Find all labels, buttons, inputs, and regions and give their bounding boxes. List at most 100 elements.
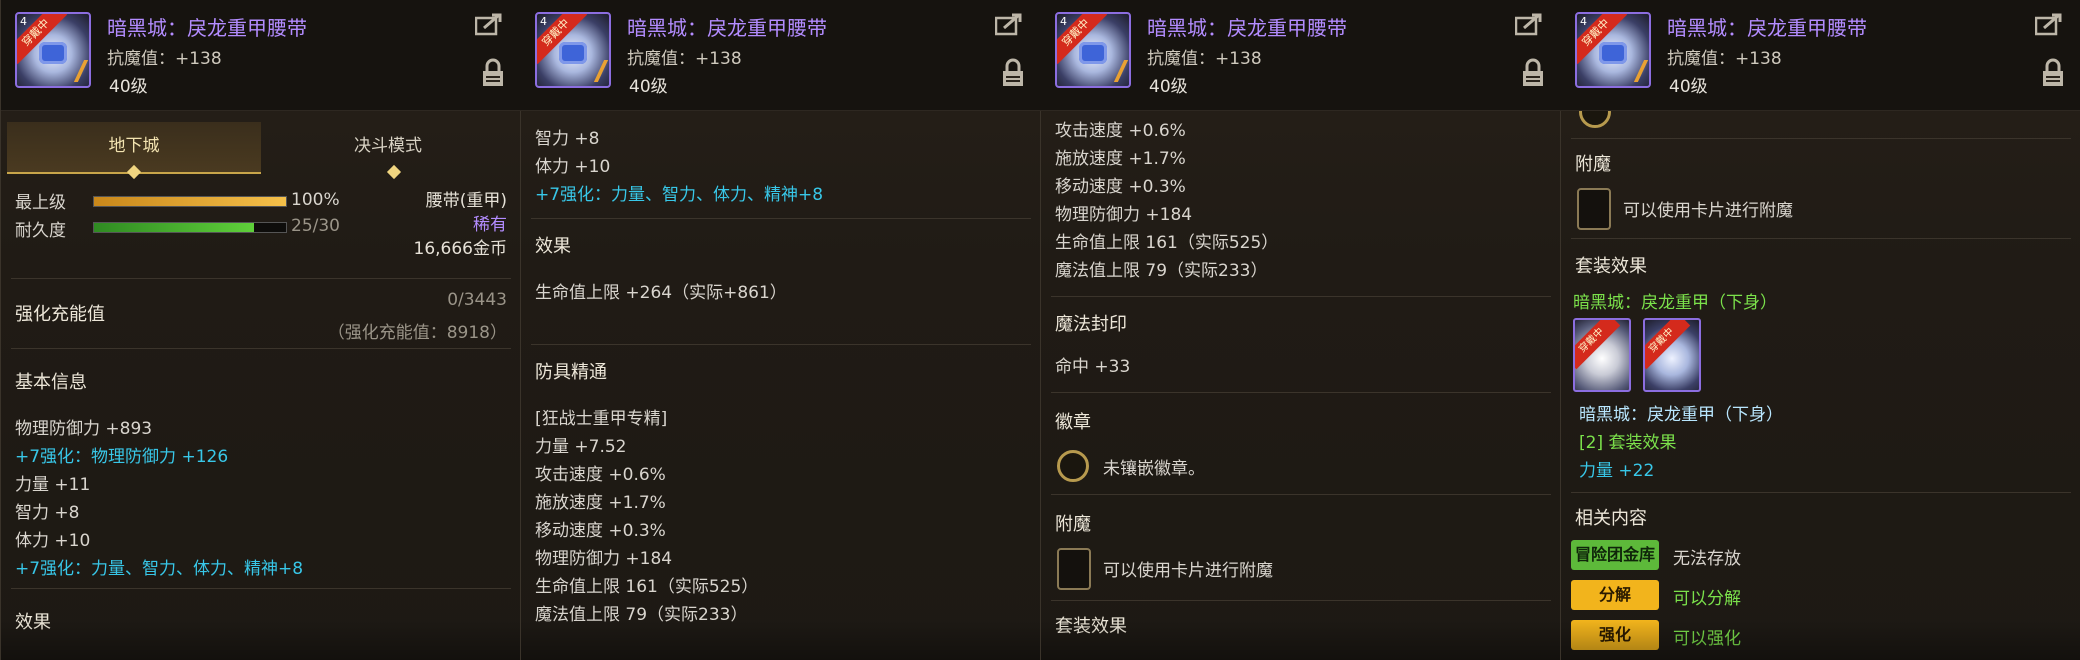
- mode-tabs: 地下城 决斗模式: [7, 122, 515, 180]
- share-icon[interactable]: [1515, 12, 1545, 36]
- item-main-stat: 抗魔值：+138: [627, 49, 742, 69]
- mastery-line: 移动速度 +0.3%: [535, 521, 666, 541]
- belt-item-icon: 穿戴中 4: [1055, 12, 1131, 88]
- grade-value: 100%: [291, 190, 340, 210]
- item-main-stat: 抗魔值：+138: [107, 49, 222, 69]
- magic-seal-title: 魔法封印: [1055, 314, 1127, 335]
- item-rarity: 稀有: [473, 215, 507, 235]
- equipped-badge: 穿戴中: [1575, 320, 1621, 370]
- lock-icon[interactable]: [1001, 58, 1025, 88]
- item-tooltip-panel-2: 穿戴中 4 暗黑城：戾龙重甲腰带 抗魔值：+138 40级 智力 +8 体力 +…: [520, 0, 1041, 660]
- armor-mastery-title: 防具精通: [535, 362, 607, 383]
- charge-value: 0/3443: [447, 290, 507, 310]
- lock-icon[interactable]: [1521, 58, 1545, 88]
- disassemble-button[interactable]: 分解: [1571, 580, 1659, 610]
- share-icon[interactable]: [995, 12, 1025, 36]
- item-main-stat: 抗魔值：+138: [1147, 49, 1262, 69]
- divider: [11, 348, 511, 349]
- mastery-line: 攻击速度 +0.6%: [535, 465, 666, 485]
- grade-label: 最上级: [15, 193, 66, 213]
- mastery-line: 生命值上限 161（实际525）: [535, 577, 759, 597]
- related-status: 可以分解: [1673, 589, 1741, 609]
- effect-title: 效果: [535, 236, 571, 257]
- stat-line-enhance: +7强化：物理防御力 +126: [15, 447, 229, 467]
- enchant-title: 附魔: [1055, 514, 1091, 535]
- set-item-belt-icon[interactable]: 穿戴中: [1643, 318, 1701, 392]
- mastery-line: 物理防御力 +184: [535, 549, 673, 569]
- enchant-card-slot[interactable]: [1057, 548, 1091, 590]
- item-grade-number: 4: [1060, 15, 1067, 28]
- grade-bar: [93, 196, 287, 207]
- mastery-line: 魔法值上限 79（实际233）: [535, 605, 748, 625]
- tooltip-header: 穿戴中 4 暗黑城：戾龙重甲腰带 抗魔值：+138 40级: [1041, 0, 1561, 111]
- tooltip-header: 穿戴中 4 暗黑城：戾龙重甲腰带 抗魔值：+138 40级: [1, 0, 521, 111]
- item-price: 16,666金币: [413, 239, 507, 259]
- tab-pvp[interactable]: 决斗模式: [261, 122, 515, 172]
- share-icon[interactable]: [475, 12, 505, 36]
- share-icon[interactable]: [2035, 12, 2065, 36]
- divider: [1051, 600, 1551, 601]
- lock-icon[interactable]: [481, 58, 505, 88]
- lock-icon[interactable]: [2041, 58, 2065, 88]
- durability-bar: [93, 222, 287, 233]
- enchant-line: 可以使用卡片进行附魔: [1103, 561, 1273, 581]
- divider: [1571, 492, 2071, 493]
- emblem-slot-icon[interactable]: [1057, 450, 1089, 482]
- stat-line: 体力 +10: [15, 531, 91, 551]
- set-name: 暗黑城：戾龙重甲（下身）: [1573, 293, 1777, 313]
- tooltip-header: 穿戴中 4 暗黑城：戾龙重甲腰带 抗魔值：+138 40级: [521, 0, 1041, 111]
- divider: [11, 278, 511, 279]
- set-item-pants-icon[interactable]: 穿戴中: [1573, 318, 1631, 392]
- charge-title: 强化充能值: [15, 304, 105, 325]
- item-type: 腰带(重甲): [425, 191, 507, 211]
- effect-line: 生命值上限 +264（实际+861）: [535, 283, 787, 303]
- stat-line-enhance: +7强化：力量、智力、体力、精神+8: [535, 185, 824, 205]
- item-main-stat: 抗魔值：+138: [1667, 49, 1782, 69]
- item-grade-number: 4: [540, 15, 547, 28]
- durability-value: 25/30: [291, 216, 340, 236]
- stat-line: 物理防御力 +893: [15, 419, 153, 439]
- mastery-line: 攻击速度 +0.6%: [1055, 121, 1186, 141]
- related-status: 可以强化: [1673, 629, 1741, 649]
- set-effect-title: 套装效果: [1575, 256, 1647, 277]
- set-bonus-line: 力量 +22: [1579, 461, 1655, 481]
- set-effect-title: 套装效果: [1055, 616, 1127, 637]
- emblem-title: 徽章: [1055, 412, 1091, 433]
- enhance-button[interactable]: 强化: [1571, 620, 1659, 650]
- charge-note: （强化充能值：8918）: [327, 323, 507, 343]
- account-storage-button[interactable]: 冒险团金库: [1571, 540, 1659, 570]
- mastery-line: 魔法值上限 79（实际233）: [1055, 261, 1268, 281]
- set-item-line: 暗黑城：戾龙重甲（下身）: [1579, 405, 1783, 425]
- enchant-title: 附魔: [1575, 154, 1611, 175]
- mastery-line: 施放速度 +1.7%: [535, 493, 666, 513]
- stat-line: 智力 +8: [15, 503, 80, 523]
- item-name: 暗黑城：戾龙重甲腰带: [107, 16, 307, 40]
- related-status: 无法存放: [1673, 549, 1741, 569]
- mastery-line: 生命值上限 161（实际525）: [1055, 233, 1279, 253]
- item-tooltip-panel-4: 穿戴中 4 暗黑城：戾龙重甲腰带 抗魔值：+138 40级 附魔 可以使用卡片进…: [1560, 0, 2080, 660]
- durability-label: 耐久度: [15, 221, 66, 241]
- mastery-line: 移动速度 +0.3%: [1055, 177, 1186, 197]
- divider: [1051, 494, 1551, 495]
- divider: [531, 218, 1031, 219]
- emblem-line: 未镶嵌徽章。: [1103, 459, 1205, 479]
- item-level: 40级: [629, 77, 668, 97]
- item-tooltip-panel-1: 穿戴中 4 暗黑城：戾龙重甲腰带 抗魔值：+138 40级 地下城 决斗模式 最…: [0, 0, 521, 660]
- stat-line-enhance: +7强化：力量、智力、体力、精神+8: [15, 559, 304, 579]
- set-count-line: [2] 套装效果: [1579, 433, 1677, 453]
- divider: [1051, 392, 1551, 393]
- mastery-line: 力量 +7.52: [535, 437, 627, 457]
- belt-item-icon: 穿戴中 4: [1575, 12, 1651, 88]
- belt-item-icon: 穿戴中 4: [535, 12, 611, 88]
- item-tooltip-panel-3: 穿戴中 4 暗黑城：戾龙重甲腰带 抗魔值：+138 40级 攻击速度 +0.6%…: [1040, 0, 1561, 660]
- divider: [11, 588, 511, 589]
- item-level: 40级: [109, 77, 148, 97]
- basic-info-title: 基本信息: [15, 372, 87, 393]
- enchant-card-slot[interactable]: [1577, 188, 1611, 230]
- item-level: 40级: [1669, 77, 1708, 97]
- item-grade-number: 4: [1580, 15, 1587, 28]
- tooltip-header: 穿戴中 4 暗黑城：戾龙重甲腰带 抗魔值：+138 40级: [1561, 0, 2080, 111]
- stat-line: 力量 +11: [15, 475, 91, 495]
- mastery-line: 施放速度 +1.7%: [1055, 149, 1186, 169]
- divider: [1571, 238, 2071, 239]
